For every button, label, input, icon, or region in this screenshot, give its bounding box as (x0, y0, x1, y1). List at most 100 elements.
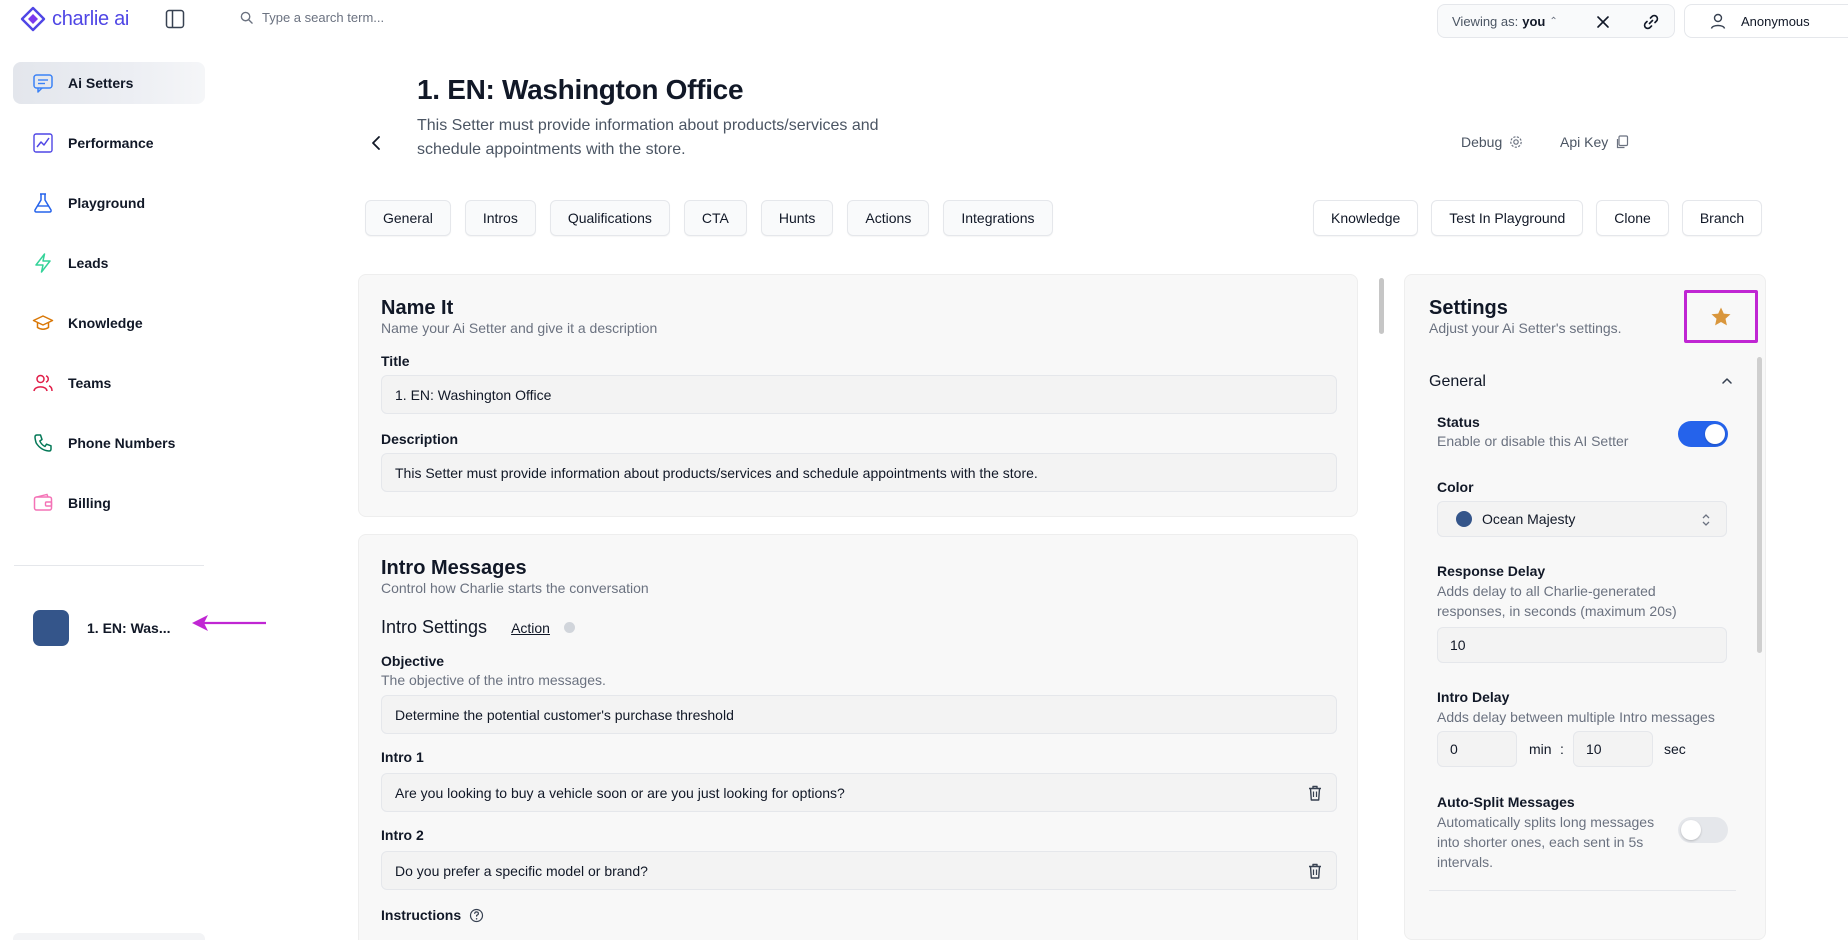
main-scrollbar[interactable] (1379, 278, 1384, 334)
graduation-cap-icon (32, 315, 54, 330)
header-actions: Knowledge Test In Playground Clone Branc… (1313, 200, 1763, 236)
card-title: Name It (381, 297, 454, 319)
card-subtitle: Control how Charlie starts the conversat… (381, 580, 649, 596)
color-select[interactable]: Ocean Majesty (1437, 501, 1727, 537)
action-link[interactable]: Action (511, 620, 550, 636)
tab-actions[interactable]: Actions (847, 200, 930, 236)
color-value: Ocean Majesty (1482, 511, 1576, 527)
objective-input[interactable]: Determine the potential customer's purch… (381, 695, 1337, 734)
tab-integrations[interactable]: Integrations (943, 200, 1053, 236)
sidebar-item-leads[interactable]: Leads (13, 242, 205, 284)
intro-settings-header: Intro Settings Action (381, 617, 575, 638)
toggle-knob (1681, 820, 1701, 840)
account-name: Anonymous (1741, 13, 1810, 29)
tab-cta[interactable]: CTA (683, 200, 747, 236)
debug-button[interactable]: Debug (1461, 134, 1523, 150)
search-input[interactable] (262, 10, 602, 25)
tab-intros[interactable]: Intros (464, 200, 536, 236)
intro-1-label: Intro 1 (381, 749, 424, 765)
title-input[interactable]: 1. EN: Washington Office (381, 375, 1337, 414)
intro-delay-label: Intro Delay (1437, 689, 1510, 705)
theme-switcher (13, 933, 205, 940)
recent-setter-item[interactable]: 1. EN: Was... (33, 610, 171, 646)
response-delay-input[interactable]: 10 (1437, 627, 1727, 663)
intro-1-input[interactable]: Are you looking to buy a vehicle soon or… (381, 773, 1337, 812)
back-chevron-icon[interactable] (367, 132, 385, 154)
clone-button[interactable]: Clone (1596, 200, 1669, 236)
search-icon (240, 11, 253, 24)
sidebar-item-teams[interactable]: Teams (13, 362, 205, 404)
settings-panel: Settings Adjust your Ai Setter's setting… (1404, 274, 1766, 940)
color-dot (1456, 511, 1472, 527)
chevron-up-icon[interactable] (1719, 373, 1735, 389)
status-toggle[interactable] (1678, 421, 1728, 447)
chart-icon (33, 133, 53, 153)
toggle-knob (1705, 424, 1725, 444)
sidebar: Ai Setters Performance Playground Leads … (0, 42, 215, 940)
help-circle-icon[interactable] (469, 908, 484, 923)
tab-general[interactable]: General (365, 200, 451, 236)
sidebar-item-label: Leads (68, 255, 109, 271)
charlie-logo-icon (20, 6, 46, 32)
sec-unit-label: sec (1664, 741, 1686, 757)
viewing-as-user: you (1522, 13, 1546, 29)
trash-icon[interactable] (1306, 784, 1324, 802)
sidebar-item-knowledge[interactable]: Knowledge (13, 302, 205, 344)
lightning-icon (35, 253, 51, 273)
auto-split-toggle[interactable] (1678, 817, 1728, 843)
setter-color-swatch (33, 610, 69, 646)
user-icon (1710, 13, 1726, 29)
sidebar-item-label: Ai Setters (68, 75, 134, 91)
time-separator: : (1560, 741, 1564, 757)
section-divider (1429, 890, 1736, 891)
sidebar-divider (14, 565, 204, 566)
account-menu[interactable]: Anonymous (1684, 4, 1848, 38)
sidebar-item-label: Phone Numbers (68, 435, 176, 451)
gear-icon (1510, 136, 1523, 148)
card-subtitle: Name your Ai Setter and give it a descri… (381, 320, 658, 336)
viewing-as-selector[interactable]: Viewing as: you ⌃ (1437, 4, 1675, 38)
instructions-header: Instructions (381, 907, 484, 923)
sidebar-item-label: Billing (68, 495, 111, 511)
auto-split-label: Auto-Split Messages (1437, 794, 1575, 810)
general-section-title[interactable]: General (1429, 373, 1486, 391)
sidebar-item-billing[interactable]: Billing (13, 482, 205, 524)
sidebar-item-label: Knowledge (68, 315, 143, 331)
auto-split-help: Automatically splits long messages into … (1437, 814, 1655, 870)
sidebar-item-performance[interactable]: Performance (13, 122, 205, 164)
tab-qualifications[interactable]: Qualifications (549, 200, 670, 236)
page-subtitle: This Setter must provide information abo… (417, 117, 879, 158)
intro-delay-help: Adds delay between multiple Intro messag… (1437, 709, 1715, 725)
link-icon[interactable] (1642, 13, 1660, 31)
sidebar-toggle-icon[interactable] (165, 9, 185, 29)
objective-help: The objective of the intro messages. (381, 672, 606, 688)
test-in-playground-button[interactable]: Test In Playground (1431, 200, 1584, 236)
intro-delay-sec-input[interactable]: 10 (1573, 731, 1653, 767)
tab-hunts[interactable]: Hunts (760, 200, 834, 236)
status-dot (563, 622, 575, 633)
close-icon[interactable] (1594, 13, 1612, 31)
intro-settings-title: Intro Settings (381, 617, 488, 637)
sidebar-item-playground[interactable]: Playground (13, 182, 205, 224)
sidebar-item-ai-setters[interactable]: Ai Setters (13, 62, 205, 104)
name-it-card: Name It Name your Ai Setter and give it … (358, 274, 1358, 517)
copy-icon (1617, 135, 1629, 149)
search-bar (240, 10, 602, 25)
settings-subtitle: Adjust your Ai Setter's settings. (1429, 320, 1622, 336)
logo[interactable]: charlie ai (20, 6, 129, 32)
knowledge-button[interactable]: Knowledge (1313, 200, 1419, 236)
description-label: Description (381, 431, 459, 447)
annotation-arrow-icon (192, 615, 266, 631)
top-bar: charlie ai Viewing as: you ⌃ Anonymous (0, 0, 1848, 42)
description-input[interactable]: This Setter must provide information abo… (381, 453, 1337, 492)
flask-icon (34, 193, 52, 213)
branch-button[interactable]: Branch (1681, 200, 1763, 236)
settings-scrollbar[interactable] (1757, 357, 1762, 653)
intro-delay-min-input[interactable]: 0 (1437, 731, 1517, 767)
intro-2-input[interactable]: Do you prefer a specific model or brand? (381, 851, 1337, 890)
sidebar-item-phone-numbers[interactable]: Phone Numbers (13, 422, 205, 464)
api-key-button[interactable]: Api Key (1560, 134, 1629, 150)
favorite-button[interactable] (1684, 290, 1758, 343)
star-icon (1711, 307, 1731, 325)
trash-icon[interactable] (1306, 862, 1324, 880)
